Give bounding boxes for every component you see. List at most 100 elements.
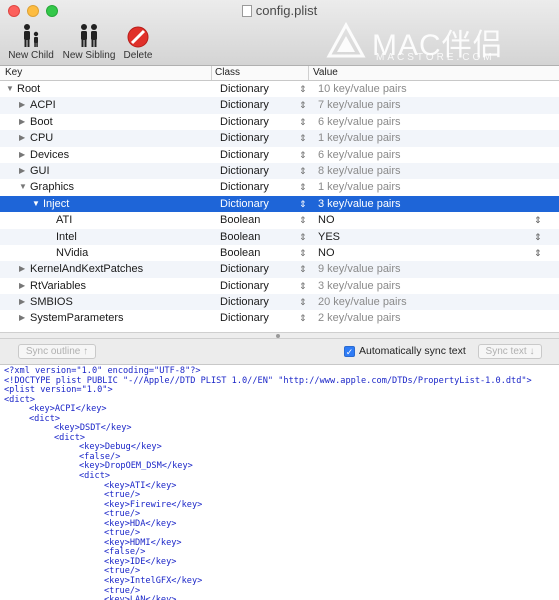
value-popup-icon[interactable]: ⇕	[534, 229, 542, 245]
outline-row[interactable]: ▶ SMBIOS Dictionary ⇕ 20 key/value pairs	[0, 294, 559, 311]
row-value[interactable]: 20 key/value pairs	[318, 294, 407, 310]
disclosure-closed-icon[interactable]: ▶	[19, 114, 25, 130]
outline-row[interactable]: ▼ Root Dictionary ⇕ 10 key/value pairs	[0, 81, 559, 97]
disclosure-closed-icon[interactable]: ▶	[19, 163, 25, 179]
row-class[interactable]: Dictionary	[220, 196, 269, 212]
divider-grip-icon[interactable]	[276, 334, 280, 338]
row-key[interactable]: GUI	[30, 163, 50, 179]
split-view-divider[interactable]	[0, 332, 559, 339]
outline-row[interactable]: ▶ SystemParameters Dictionary ⇕ 2 key/value …	[0, 310, 559, 326]
disclosure-closed-icon[interactable]: ▶	[19, 147, 25, 163]
row-value[interactable]: 1 key/value pairs	[318, 130, 401, 146]
outline-row[interactable]: ATI Boolean ⇕ NO ⇕	[0, 212, 559, 228]
row-key[interactable]: CPU	[30, 130, 53, 146]
row-class[interactable]: Boolean	[220, 229, 260, 245]
outline-row[interactable]: Intel Boolean ⇕ YES ⇕	[0, 228, 559, 245]
outline-row[interactable]: ▶ CPU Dictionary ⇕ 1 key/value pairs	[0, 130, 559, 147]
outline-row[interactable]: ▶ RtVariables Dictionary ⇕ 3 key/value pairs	[0, 278, 559, 294]
column-header-key[interactable]: Key	[5, 67, 22, 78]
disclosure-open-icon[interactable]: ▼	[32, 196, 40, 212]
column-separator[interactable]	[308, 66, 309, 80]
disclosure-open-icon[interactable]: ▼	[6, 81, 14, 97]
row-value[interactable]: 10 key/value pairs	[318, 81, 407, 97]
row-key[interactable]: NVidia	[56, 245, 88, 261]
column-header-value[interactable]: Value	[313, 67, 338, 78]
value-popup-icon[interactable]: ⇕	[534, 212, 542, 228]
row-value[interactable]: 3 key/value pairs	[318, 196, 401, 212]
row-key[interactable]: RtVariables	[30, 278, 86, 294]
row-class[interactable]: Dictionary	[220, 163, 269, 179]
row-key[interactable]: Graphics	[30, 179, 74, 195]
column-header-class[interactable]: Class	[215, 67, 240, 78]
outline-row[interactable]: NVidia Boolean ⇕ NO ⇕	[0, 245, 559, 261]
row-key[interactable]: SMBIOS	[30, 294, 73, 310]
value-popup-icon[interactable]: ⇕	[534, 245, 542, 261]
row-class[interactable]: Dictionary	[220, 97, 269, 113]
row-value[interactable]: 6 key/value pairs	[318, 114, 401, 130]
row-value[interactable]: NO	[318, 245, 335, 261]
row-key[interactable]: ATI	[56, 212, 72, 228]
row-class[interactable]: Dictionary	[220, 261, 269, 277]
row-value[interactable]: 9 key/value pairs	[318, 261, 401, 277]
row-class[interactable]: Dictionary	[220, 130, 269, 146]
class-popup-icon[interactable]: ⇕	[299, 294, 307, 310]
class-popup-icon[interactable]: ⇕	[299, 114, 307, 130]
row-key[interactable]: Root	[17, 81, 40, 97]
disclosure-closed-icon[interactable]: ▶	[19, 278, 25, 294]
new-sibling-button[interactable]: New Sibling	[60, 22, 118, 61]
disclosure-closed-icon[interactable]: ▶	[19, 294, 25, 310]
sync-text-button[interactable]: Sync text ↓	[478, 344, 542, 359]
row-value[interactable]: 1 key/value pairs	[318, 179, 401, 195]
disclosure-closed-icon[interactable]: ▶	[19, 97, 25, 113]
row-key[interactable]: SystemParameters	[30, 310, 124, 326]
class-popup-icon[interactable]: ⇕	[299, 97, 307, 113]
xml-text-view[interactable]: <?xml version="1.0" encoding="UTF-8"?> <!…	[0, 365, 559, 600]
row-class[interactable]: Dictionary	[220, 310, 269, 326]
disclosure-closed-icon[interactable]: ▶	[19, 310, 25, 326]
row-key[interactable]: Boot	[30, 114, 53, 130]
row-class[interactable]: Dictionary	[220, 114, 269, 130]
row-key[interactable]: Intel	[56, 229, 77, 245]
auto-sync-label[interactable]: Automatically sync text	[359, 345, 466, 357]
outline-row[interactable]: ▶ Boot Dictionary ⇕ 6 key/value pairs	[0, 114, 559, 130]
row-class[interactable]: Dictionary	[220, 278, 269, 294]
class-popup-icon[interactable]: ⇕	[299, 278, 307, 294]
class-popup-icon[interactable]: ⇕	[299, 196, 307, 212]
delete-button[interactable]: Delete	[120, 22, 156, 61]
outline-row[interactable]: ▶ ACPI Dictionary ⇕ 7 key/value pairs	[0, 97, 559, 114]
row-key[interactable]: ACPI	[30, 97, 56, 113]
disclosure-closed-icon[interactable]: ▶	[19, 261, 25, 277]
sync-outline-button[interactable]: Sync outline ↑	[18, 344, 96, 359]
disclosure-closed-icon[interactable]: ▶	[19, 130, 25, 146]
row-key[interactable]: Inject	[43, 196, 69, 212]
auto-sync-checkbox[interactable]: ✓	[344, 346, 355, 357]
outline-row[interactable]: ▶ Devices Dictionary ⇕ 6 key/value pairs	[0, 147, 559, 163]
class-popup-icon[interactable]: ⇕	[299, 147, 307, 163]
class-popup-icon[interactable]: ⇕	[299, 245, 307, 261]
row-value[interactable]: 7 key/value pairs	[318, 97, 401, 113]
row-class[interactable]: Dictionary	[220, 81, 269, 97]
row-class[interactable]: Dictionary	[220, 294, 269, 310]
row-key[interactable]: KernelAndKextPatches	[30, 261, 143, 277]
row-class[interactable]: Dictionary	[220, 147, 269, 163]
row-class[interactable]: Dictionary	[220, 179, 269, 195]
row-class[interactable]: Boolean	[220, 245, 260, 261]
row-value[interactable]: 3 key/value pairs	[318, 278, 401, 294]
row-value[interactable]: YES	[318, 229, 340, 245]
new-child-button[interactable]: New Child	[6, 22, 56, 61]
outline-row[interactable]: ▶ KernelAndKextPatches Dictionary ⇕ 9 key/va…	[0, 261, 559, 278]
class-popup-icon[interactable]: ⇕	[299, 261, 307, 277]
outline-row[interactable]: ▶ GUI Dictionary ⇕ 8 key/value pairs	[0, 162, 559, 180]
class-popup-icon[interactable]: ⇕	[299, 212, 307, 228]
disclosure-open-icon[interactable]: ▼	[19, 179, 27, 195]
row-value[interactable]: NO	[318, 212, 335, 228]
column-separator[interactable]	[211, 66, 212, 80]
class-popup-icon[interactable]: ⇕	[299, 229, 307, 245]
class-popup-icon[interactable]: ⇕	[299, 179, 307, 195]
row-value[interactable]: 2 key/value pairs	[318, 310, 401, 326]
class-popup-icon[interactable]: ⇕	[299, 310, 307, 326]
outline-row[interactable]: ▼ Graphics Dictionary ⇕ 1 key/value pairs	[0, 179, 559, 195]
row-key[interactable]: Devices	[30, 147, 69, 163]
row-value[interactable]: 6 key/value pairs	[318, 147, 401, 163]
outline-row[interactable]: ▼ Inject Dictionary ⇕ 3 key/value pairs	[0, 195, 559, 213]
